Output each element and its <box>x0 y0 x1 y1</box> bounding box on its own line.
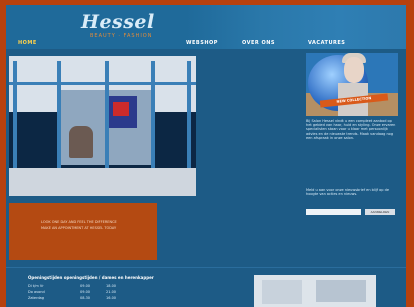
newsletter-email-input[interactable] <box>306 209 361 215</box>
thumbnail-detail <box>316 280 366 302</box>
promo-box-line2: MAKE AN APPOINTMENT AT HESSEL TODAY <box>41 226 117 230</box>
logo[interactable]: Hessel <box>81 11 155 33</box>
promo-model-face <box>344 57 364 83</box>
photo-window-frame <box>13 61 17 171</box>
hours-from: 09.00 <box>80 284 91 288</box>
photo-person <box>69 126 93 158</box>
newsletter-submit-button[interactable]: AANMELDEN <box>365 209 395 215</box>
hours-day: Do avond <box>28 290 45 294</box>
hours-day: Di t/m Vr <box>28 284 44 288</box>
newsletter-text: Meld u aan voor onze nieuwsbrief en blij… <box>306 188 389 197</box>
thumbnail-detail <box>262 280 302 304</box>
promo-box[interactable]: LOOK ONE DAY AND FEEL THE DIFFERENCE MAK… <box>9 203 157 260</box>
page: Hessel BEAUTY · FASHION HOME WEBSHOP OVE… <box>6 5 406 307</box>
nav-webshop[interactable]: WEBSHOP <box>186 40 218 46</box>
photo-window-frame <box>187 61 191 171</box>
photo-window-frame <box>57 61 61 171</box>
nav-over-ons[interactable]: OVER ONS <box>242 40 275 46</box>
header: Hessel BEAUTY · FASHION HOME WEBSHOP OVE… <box>6 5 406 49</box>
hours-to: 21.00 <box>106 290 117 294</box>
hours-day: Zaterdag <box>28 296 45 300</box>
page-frame: Hessel BEAUTY · FASHION HOME WEBSHOP OVE… <box>0 0 414 307</box>
hours-title: Openingstijden openingstijden / dames en… <box>28 275 154 280</box>
photo-window-frame <box>105 61 109 171</box>
nav-vacatures[interactable]: VACATURES <box>308 40 345 46</box>
main-nav: HOME WEBSHOP OVER ONS VACATURES <box>6 39 406 49</box>
sidebar-intro: Bij Salon Hessel vindt u een compleet aa… <box>306 119 396 140</box>
hours-to: 18.00 <box>106 284 117 288</box>
salon-thumbnail[interactable] <box>254 275 376 307</box>
photo-window-bar <box>9 82 196 85</box>
promo-image[interactable]: NEW COLLECTION <box>306 53 398 116</box>
hours-from: 08.30 <box>80 296 91 300</box>
photo-window-frame <box>151 61 155 171</box>
divider <box>6 267 406 268</box>
promo-box-line1: LOOK ONE DAY AND FEEL THE DIFFERENCE <box>41 220 117 224</box>
photo-floor <box>9 168 196 196</box>
photo-poster-detail <box>113 102 129 116</box>
hours-to: 16.00 <box>106 296 117 300</box>
salon-photo <box>9 56 196 196</box>
hours-from: 09.00 <box>80 290 91 294</box>
nav-home[interactable]: HOME <box>18 40 37 46</box>
